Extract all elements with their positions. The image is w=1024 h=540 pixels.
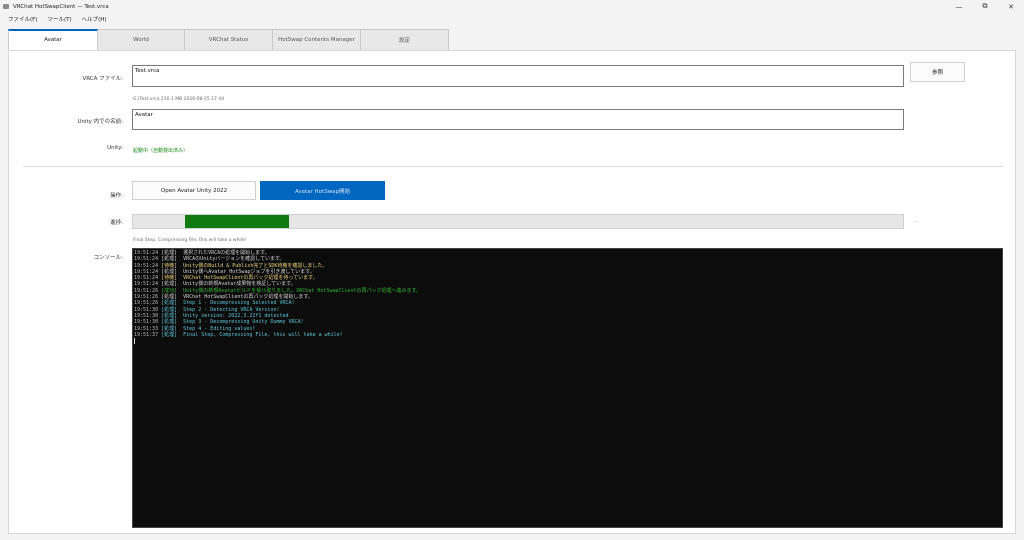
console-line-message: Unity側の新規Avatarビルドを受け取りました。VRChat HotSwa…	[183, 287, 421, 294]
progress-status-text: Final Step, Compressing File, this will …	[133, 238, 247, 243]
title-bar: VRChat HotSwapClient — Test.vrca — ⧉ ✕	[0, 0, 1024, 13]
console-caret	[134, 338, 135, 345]
window-controls: — ⧉ ✕	[946, 0, 1024, 13]
unity-status-text: 起動中（自動検出済み）	[133, 148, 189, 154]
console-line-message: Final Step, Compressing File, this will …	[183, 331, 343, 338]
console-line-tag: [処理]	[161, 300, 184, 307]
tab-avatar[interactable]: Avatar	[8, 29, 98, 50]
console-line-tag: [処理]	[161, 331, 184, 338]
console-line-time: 19:51:26	[134, 287, 162, 294]
avatar-hotswap-start-button[interactable]: Avatar HotSwap開始	[260, 181, 385, 200]
vrca-file-input[interactable]: Test.vrca	[132, 65, 904, 87]
console-line-tag: [成功]	[161, 287, 184, 294]
section-divider	[23, 166, 1003, 167]
console-label: コンソール:	[93, 255, 123, 261]
maximize-icon[interactable]: ⧉	[972, 0, 998, 13]
progress-bar	[132, 214, 904, 229]
console-line-tag: [処理]	[161, 319, 184, 326]
console-line-message: Step 3 - Decompressing Unity Dummy VRCA!	[183, 319, 304, 326]
avatar-panel: VRCA ファイル: Test.vrca 参照 G:\Test.vrca 210…	[8, 50, 1016, 534]
unity-name-input[interactable]: Avatar	[132, 109, 904, 130]
tab-bar: Avatar World VRChat Status HotSwap Conte…	[8, 29, 449, 50]
console-line-time: 19:51:30	[134, 306, 162, 313]
progress-bar-fill	[184, 215, 290, 228]
console-line-time: 19:51:24	[134, 268, 162, 275]
open-avatar-unity-button[interactable]: Open Avatar Unity 2022	[132, 181, 256, 200]
console-line-message: Step 4 - Editing values!	[183, 325, 256, 332]
menu-file[interactable]: ファイル(F)	[8, 15, 37, 23]
menu-bar: ファイル(F) ツール(T) ヘルプ(H)	[0, 13, 1024, 25]
console-line-tag: [処理]	[161, 306, 184, 313]
console-line-time: 19:51:24	[134, 281, 162, 288]
console-line: 19:51:37 [処理] Final Step, Compressing Fi…	[134, 332, 1001, 338]
close-icon[interactable]: ✕	[998, 0, 1024, 13]
menu-tools[interactable]: ツール(T)	[47, 15, 71, 23]
console-line-message: Step 1 - Decompressing Selected VRCA!	[183, 300, 295, 307]
window-title: VRChat HotSwapClient — Test.vrca	[13, 3, 109, 10]
tab-settings[interactable]: 設定	[360, 29, 449, 50]
file-info-text: G:\Test.vrca 210.1 MB 2026-08-25 17:44	[133, 97, 225, 102]
tab-hotswap-contents-manager[interactable]: HotSwap Contents Manager	[272, 29, 361, 50]
progress-label: 進捗:	[110, 220, 123, 226]
console-line-tag: [待機]	[161, 262, 184, 269]
console-line-tag: [処理]	[161, 256, 184, 263]
menu-help[interactable]: ヘルプ(H)	[82, 15, 107, 23]
console-line-time: 19:51:26	[134, 300, 162, 307]
console-output[interactable]: 19:51:24 [処理] 選択されたVRCAの処理を開始します。 19:51:2…	[132, 248, 1003, 528]
tab-vrchat-status[interactable]: VRChat Status	[184, 29, 273, 50]
console-line-message: Unity側へAvatar HotSwapジョブを引き渡しています。	[183, 268, 315, 275]
console-line-message: VRCAのUnityバージョンを確認しています。	[183, 256, 285, 263]
console-line-time: 19:51:30	[134, 319, 162, 326]
console-line-time: 19:51:24	[134, 256, 162, 263]
console-line-tag: [処理]	[161, 281, 184, 288]
console-line-message: Unity側の新規Avatar成果物を検証しています。	[183, 281, 296, 288]
unity-label: Unity:	[107, 145, 123, 151]
console-line-tag: [処理]	[161, 268, 184, 275]
console-line-message: Unity側のBuild & Publish完了とSDK待機を確認しました。	[183, 262, 328, 269]
progress-side-text: ...	[913, 219, 918, 224]
console-line-time: 19:51:33	[134, 325, 162, 332]
unity-name-label: Unity 内での名前:	[77, 119, 123, 125]
console-line-time: 19:51:37	[134, 331, 162, 338]
minimize-icon[interactable]: —	[946, 0, 972, 13]
actions-label: 操作:	[110, 193, 123, 199]
app-icon	[3, 4, 9, 9]
vrca-file-label: VRCA ファイル:	[82, 76, 123, 82]
browse-button[interactable]: 参照	[910, 62, 965, 82]
console-line-time: 19:51:24	[134, 262, 162, 269]
tab-world[interactable]: World	[97, 29, 185, 50]
console-line-tag: [処理]	[161, 325, 184, 332]
console-line-message: Step 2 - Detecting VRCA Version!	[183, 306, 280, 313]
